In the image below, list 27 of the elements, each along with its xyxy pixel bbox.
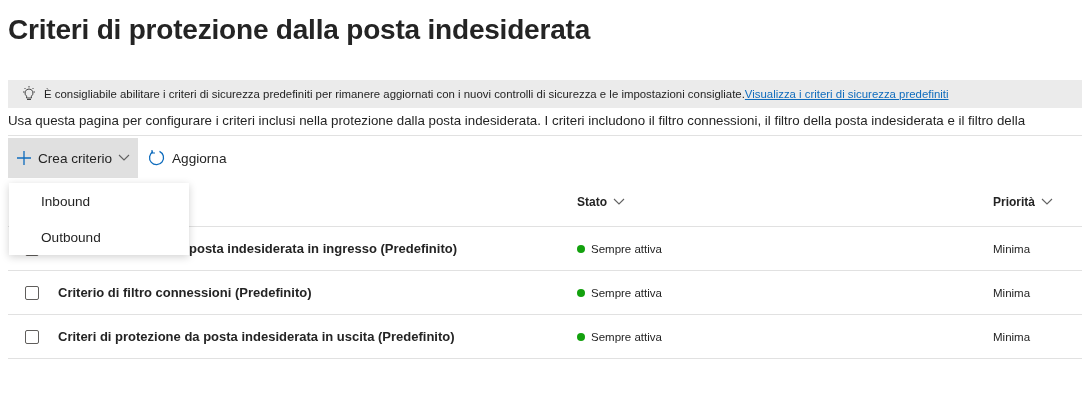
create-policy-button[interactable]: Crea criterio bbox=[8, 138, 139, 178]
page-title: Criteri di protezione dalla posta indesiderata bbox=[8, 13, 592, 47]
chevron-down-icon bbox=[118, 154, 131, 162]
policy-name[interactable]: posta indesiderata in ingresso (Predefinito) bbox=[189, 241, 457, 256]
priority-text: Minima bbox=[993, 286, 1031, 299]
chevron-down-icon bbox=[1041, 198, 1053, 206]
status-text: Sempre attiva bbox=[591, 330, 662, 343]
policy-name[interactable]: Criterio di filtro connessioni (Predefinito) bbox=[58, 285, 312, 300]
row-checkbox[interactable] bbox=[25, 285, 39, 300]
chevron-down-icon bbox=[613, 198, 625, 206]
row-checkbox[interactable] bbox=[25, 329, 39, 344]
refresh-icon bbox=[148, 149, 167, 167]
column-header[interactable]: Priorità bbox=[993, 195, 1053, 209]
column-header[interactable]: Stato bbox=[577, 195, 625, 209]
policy-name[interactable]: Criteri di protezione da posta indesiderata in uscita (Predefinito) bbox=[58, 329, 455, 344]
menu-item[interactable]: Outbound bbox=[9, 219, 189, 255]
page-description: Usa questa pagina per configurare i criteri inclusi nella protezione dalla posta indesiderata. I criteri includono il filtro connessioni, il filtro della posta indesiderata e il filtro della bbox=[8, 112, 1027, 130]
banner-message: È consigliabile abilitare i criteri di sicurezza predefiniti per rimanere aggiornati con i nuovi controlli di sicurezza e le impostazioni consigliate. bbox=[44, 88, 745, 100]
refresh-button[interactable]: Aggiorna bbox=[140, 138, 235, 178]
plus-icon bbox=[16, 150, 32, 166]
banner-link[interactable]: Visualizza i criteri di sicurezza predefiniti bbox=[744, 88, 949, 100]
status-text: Sempre attiva bbox=[591, 242, 662, 255]
priority-text: Minima bbox=[993, 242, 1031, 255]
menu-item[interactable]: Inbound bbox=[9, 183, 189, 219]
lightbulb-icon bbox=[22, 86, 36, 102]
priority-text: Minima bbox=[993, 330, 1031, 343]
status-text: Sempre attiva bbox=[591, 286, 662, 299]
